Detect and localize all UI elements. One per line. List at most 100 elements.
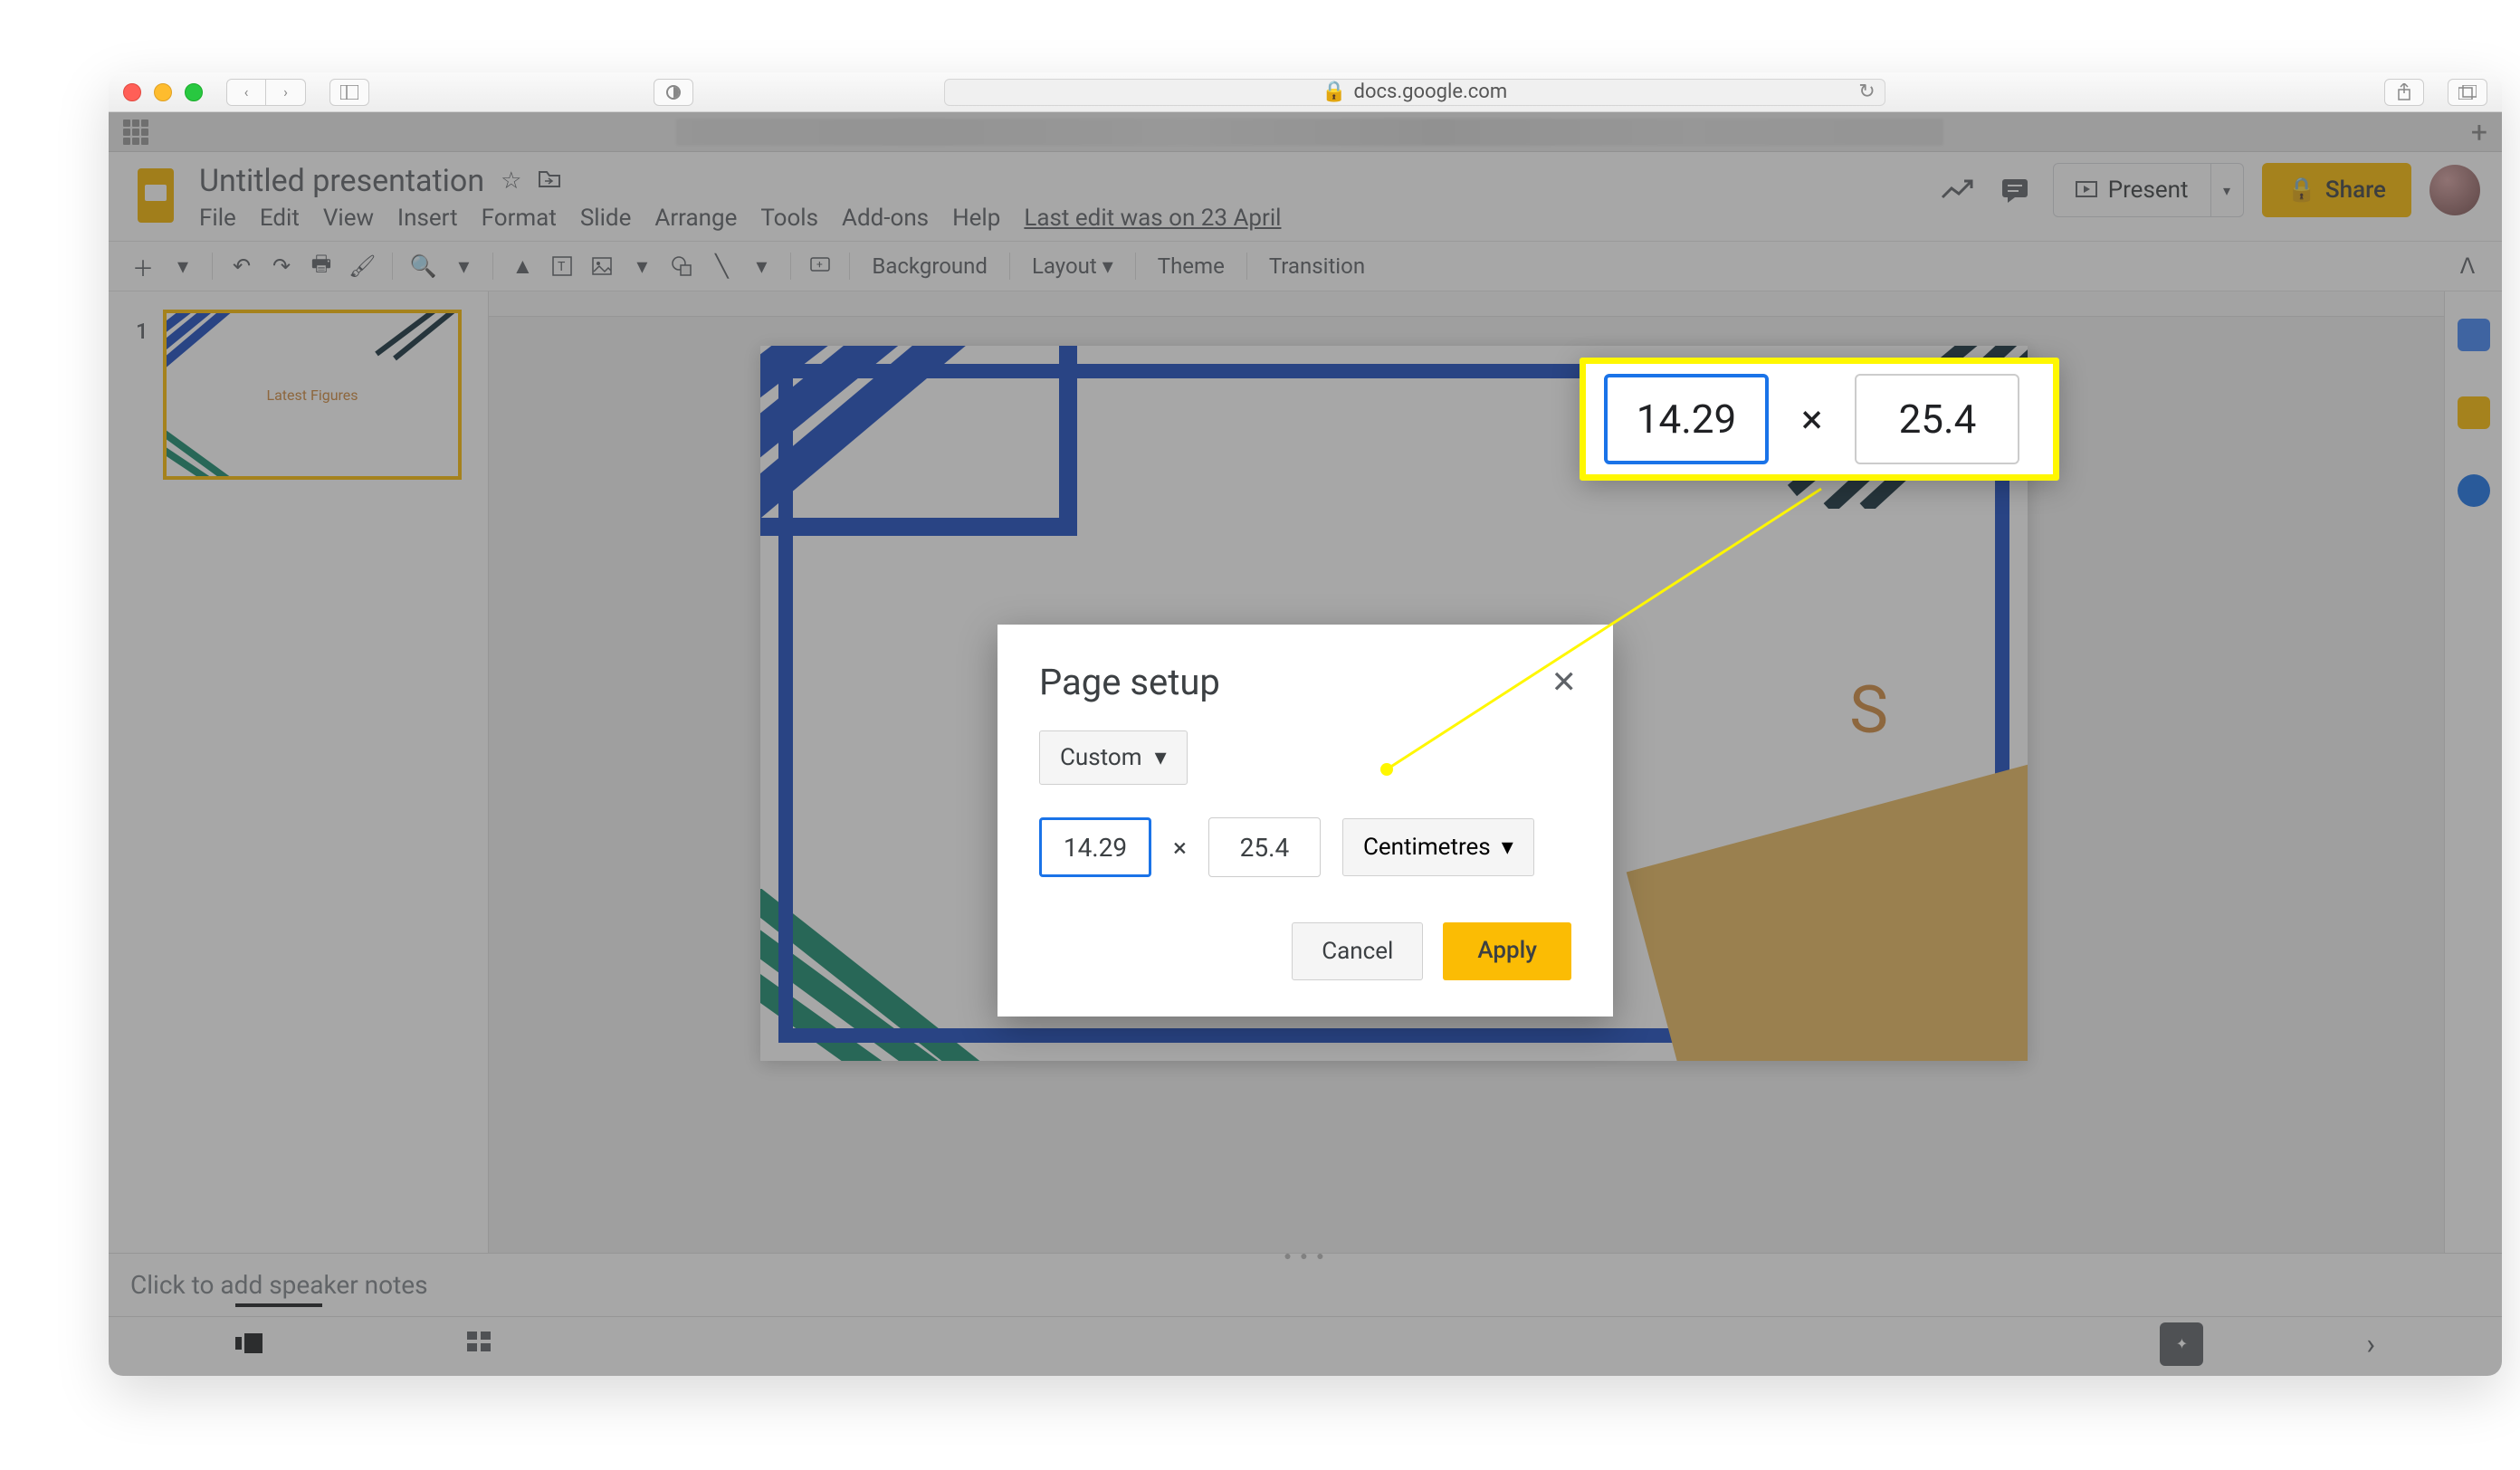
svg-text:+: + — [816, 258, 823, 271]
present-button[interactable]: Present — [2053, 163, 2211, 217]
menu-slide[interactable]: Slide — [580, 205, 632, 232]
calendar-addon-icon[interactable] — [2458, 319, 2490, 351]
menu-addons[interactable]: Add-ons — [842, 205, 929, 232]
slide-thumbnail[interactable]: Latest Figures — [163, 310, 462, 480]
present-dropdown[interactable]: ▾ — [2211, 163, 2244, 217]
menu-tools[interactable]: Tools — [760, 205, 818, 232]
height-input[interactable] — [1208, 817, 1321, 877]
select-tool[interactable]: ▲ — [506, 250, 539, 282]
menu-format[interactable]: Format — [482, 205, 557, 232]
textbox-tool[interactable]: T — [546, 250, 578, 282]
callout-connector — [1369, 480, 1839, 788]
tab-area — [676, 119, 1943, 146]
drag-handle-icon[interactable]: ● ● ● — [1284, 1248, 1326, 1264]
zoom-dropdown[interactable]: ▾ — [447, 250, 480, 282]
slides-logo-icon[interactable] — [130, 163, 181, 228]
present-icon — [2076, 181, 2097, 199]
last-edit-link[interactable]: Last edit was on 23 April — [1024, 205, 1281, 232]
print-button[interactable]: 🖶 — [305, 250, 338, 282]
move-icon[interactable] — [538, 167, 561, 195]
avatar[interactable] — [2429, 165, 2480, 215]
menu-insert[interactable]: Insert — [397, 205, 458, 232]
browser-toolbar: ‹ › 🔒 docs.google.com ↻ — [109, 72, 2502, 112]
line-dropdown[interactable]: ▾ — [745, 250, 778, 282]
present-label: Present — [2108, 177, 2189, 204]
side-panel — [2444, 291, 2502, 1253]
slide-number: 1 — [136, 319, 148, 344]
menu-arrange[interactable]: Arrange — [654, 205, 737, 232]
tasks-addon-icon[interactable] — [2458, 474, 2490, 507]
new-slide-button[interactable]: ＋ — [127, 250, 159, 282]
speaker-notes[interactable]: ● ● ● Click to add speaker notes — [109, 1253, 2502, 1316]
paint-format-button[interactable]: 🖌 — [345, 250, 379, 282]
size-preset-label: Custom — [1060, 744, 1142, 771]
share-button[interactable]: 🔒 Share — [2262, 163, 2411, 217]
safari-window: ‹ › 🔒 docs.google.com ↻ + — [109, 72, 2502, 1376]
slide-title-fragment: S — [1849, 672, 1892, 749]
back-button[interactable]: ‹ — [226, 79, 266, 106]
times-symbol: × — [1173, 833, 1187, 863]
tabs-button[interactable] — [2448, 79, 2487, 106]
url-text: docs.google.com — [1354, 81, 1508, 103]
callout-times-symbol: × — [1801, 396, 1822, 443]
share-label: Share — [2325, 177, 2386, 204]
close-window-button[interactable] — [123, 83, 141, 101]
size-preset-dropdown[interactable]: Custom ▾ — [1039, 730, 1188, 785]
reload-icon[interactable]: ↻ — [1858, 81, 1875, 103]
reader-button[interactable] — [654, 79, 693, 106]
callout-magnifier: 14.29 × 25.4 — [1580, 358, 2059, 481]
comment-button[interactable]: + — [804, 250, 836, 282]
doc-title[interactable]: Untitled presentation — [199, 163, 484, 199]
background-button[interactable]: Background — [863, 253, 997, 279]
line-tool[interactable]: ╲ — [705, 250, 738, 282]
minimize-window-button[interactable] — [154, 83, 172, 101]
menu-file[interactable]: File — [199, 205, 236, 232]
redo-button[interactable]: ↷ — [265, 250, 298, 282]
horizontal-ruler — [489, 291, 2444, 317]
unit-dropdown[interactable]: Centimetres ▾ — [1342, 818, 1534, 876]
svg-text:T: T — [558, 260, 566, 274]
image-tool[interactable] — [586, 250, 618, 282]
shape-tool[interactable] — [665, 250, 698, 282]
collapse-toolbar-button[interactable]: ᐱ — [2451, 250, 2484, 282]
comments-icon[interactable] — [1995, 170, 2035, 210]
tab-strip: + — [109, 112, 2502, 152]
unit-label: Centimetres — [1363, 834, 1491, 861]
cancel-button[interactable]: Cancel — [1292, 922, 1423, 980]
lock-icon: 🔒 — [2287, 177, 2316, 204]
transition-button[interactable]: Transition — [1260, 253, 1374, 279]
explore-button[interactable]: ✦ — [2160, 1322, 2203, 1366]
menu-view[interactable]: View — [323, 205, 374, 232]
menu-edit[interactable]: Edit — [260, 205, 300, 232]
image-dropdown[interactable]: ▾ — [625, 250, 658, 282]
expand-chevron-icon[interactable]: › — [2366, 1327, 2375, 1361]
undo-button[interactable]: ↶ — [225, 250, 258, 282]
filmstrip: 1 Latest Figures — [109, 291, 489, 1253]
maximize-window-button[interactable] — [185, 83, 203, 101]
apply-button[interactable]: Apply — [1443, 922, 1571, 980]
chevron-down-icon: ▾ — [1155, 744, 1167, 771]
toolbar: ＋ ▾ ↶ ↷ 🖶 🖌 🔍 ▾ ▲ T ▾ ╲ ▾ + Background L… — [109, 241, 2502, 291]
present-button-group: Present ▾ — [2053, 163, 2244, 217]
view-bar: ✦ › — [109, 1316, 2502, 1370]
address-bar[interactable]: 🔒 docs.google.com ↻ — [944, 79, 1885, 106]
apps-grid-icon[interactable] — [123, 119, 148, 145]
share-browser-button[interactable] — [2384, 79, 2424, 106]
new-slide-dropdown[interactable]: ▾ — [167, 250, 199, 282]
keep-addon-icon[interactable] — [2458, 396, 2490, 429]
sidebar-button[interactable] — [329, 79, 369, 106]
activity-icon[interactable] — [1937, 170, 1977, 210]
speaker-notes-placeholder: Click to add speaker notes — [130, 1270, 428, 1300]
new-tab-button[interactable]: + — [2471, 115, 2487, 149]
grid-view-icon[interactable] — [467, 1331, 491, 1358]
width-input[interactable] — [1039, 817, 1151, 877]
thumb-title: Latest Figures — [266, 387, 358, 404]
star-icon[interactable]: ☆ — [501, 167, 521, 195]
forward-button[interactable]: › — [266, 79, 306, 106]
chevron-down-icon: ▾ — [1502, 834, 1513, 861]
theme-button[interactable]: Theme — [1149, 253, 1234, 279]
zoom-button[interactable]: 🔍 — [406, 250, 440, 282]
menu-help[interactable]: Help — [952, 205, 1000, 232]
filmstrip-view-icon[interactable] — [235, 1332, 262, 1360]
layout-button[interactable]: Layout ▾ — [1023, 253, 1122, 279]
